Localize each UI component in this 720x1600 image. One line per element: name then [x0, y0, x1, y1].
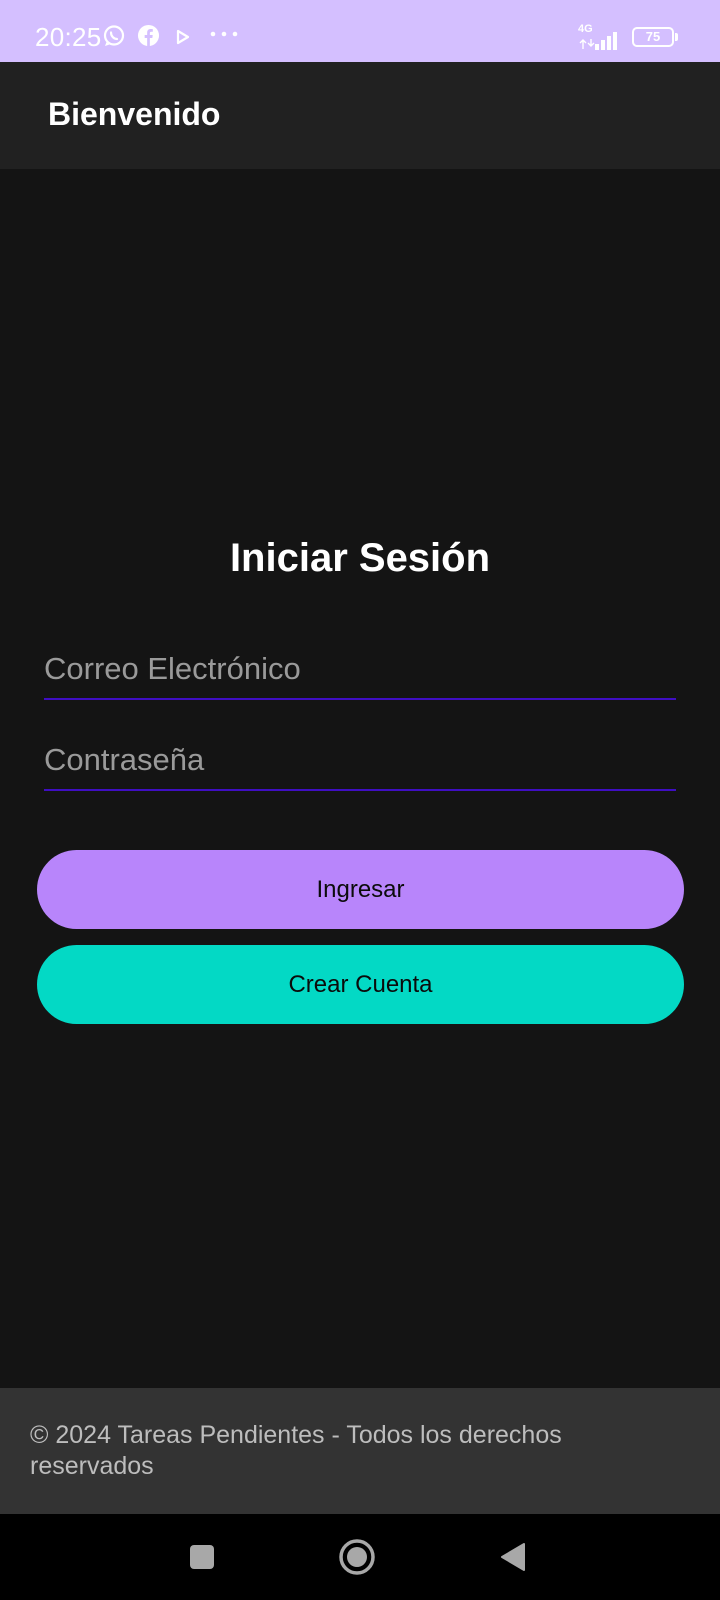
more-icon [210, 31, 238, 37]
login-button[interactable]: Ingresar [37, 850, 684, 929]
recents-icon [190, 1545, 214, 1569]
back-icon [501, 1543, 525, 1571]
create-account-button[interactable]: Crear Cuenta [37, 945, 684, 1024]
recents-button[interactable] [162, 1514, 242, 1600]
password-field-container [44, 731, 676, 791]
battery-level: 75 [645, 29, 661, 44]
back-button[interactable] [473, 1514, 553, 1600]
facebook-icon [137, 24, 160, 47]
play-icon [176, 29, 190, 45]
password-field[interactable] [44, 731, 676, 789]
status-time: 20:25 [35, 22, 102, 52]
app-bar: Bienvenido [0, 62, 720, 169]
signal-icon [579, 32, 617, 50]
home-button[interactable] [317, 1514, 397, 1600]
app-title: Bienvenido [48, 96, 221, 132]
email-field-container [44, 640, 676, 700]
battery-nub [675, 33, 678, 41]
battery-icon: 75 [632, 27, 674, 47]
whatsapp-icon [103, 25, 125, 46]
home-icon [339, 1539, 375, 1575]
footer-text: © 2024 Tareas Pendientes - Todos los der… [30, 1421, 562, 1480]
email-field[interactable] [44, 640, 676, 698]
footer: © 2024 Tareas Pendientes - Todos los der… [0, 1388, 720, 1514]
status-bar: 20:25 4G 75 [0, 0, 720, 62]
login-title: Iniciar Sesión [229, 536, 491, 580]
system-nav-bar [0, 1514, 720, 1600]
